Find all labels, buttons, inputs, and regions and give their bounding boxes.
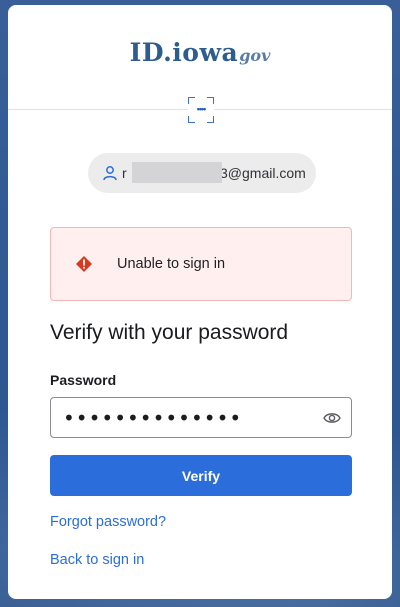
logo-text-id: ID.iowa [129, 37, 239, 67]
email-suffix: 3@gmail.com [220, 165, 306, 181]
password-factor-icon: •••• [188, 97, 214, 123]
password-field-wrapper [50, 397, 352, 438]
redaction-box [132, 162, 222, 183]
password-label: Password [50, 372, 117, 388]
identifier-pill: r 3@gmail.com [88, 153, 316, 193]
id-iowa-logo: ID.iowa gov [129, 31, 271, 68]
factor-dots: •••• [196, 104, 207, 114]
password-input[interactable] [51, 398, 313, 437]
error-alert: Unable to sign in [50, 227, 352, 301]
forgot-password-link[interactable]: Forgot password? [50, 514, 166, 530]
alert-message: Unable to sign in [117, 256, 226, 272]
logo-container: ID.iowa gov [8, 29, 392, 75]
page-title: Verify with your password [50, 321, 289, 344]
back-to-sign-in-link[interactable]: Back to sign in [50, 552, 144, 568]
verify-button[interactable]: Verify [50, 455, 352, 496]
user-icon [103, 166, 117, 181]
eye-icon[interactable] [323, 410, 341, 426]
error-diamond-icon [76, 256, 92, 272]
sign-in-card: ID.iowa gov •••• r 3@gmail.com Unable to s… [8, 5, 392, 599]
logo-text-gov: gov [239, 45, 271, 65]
